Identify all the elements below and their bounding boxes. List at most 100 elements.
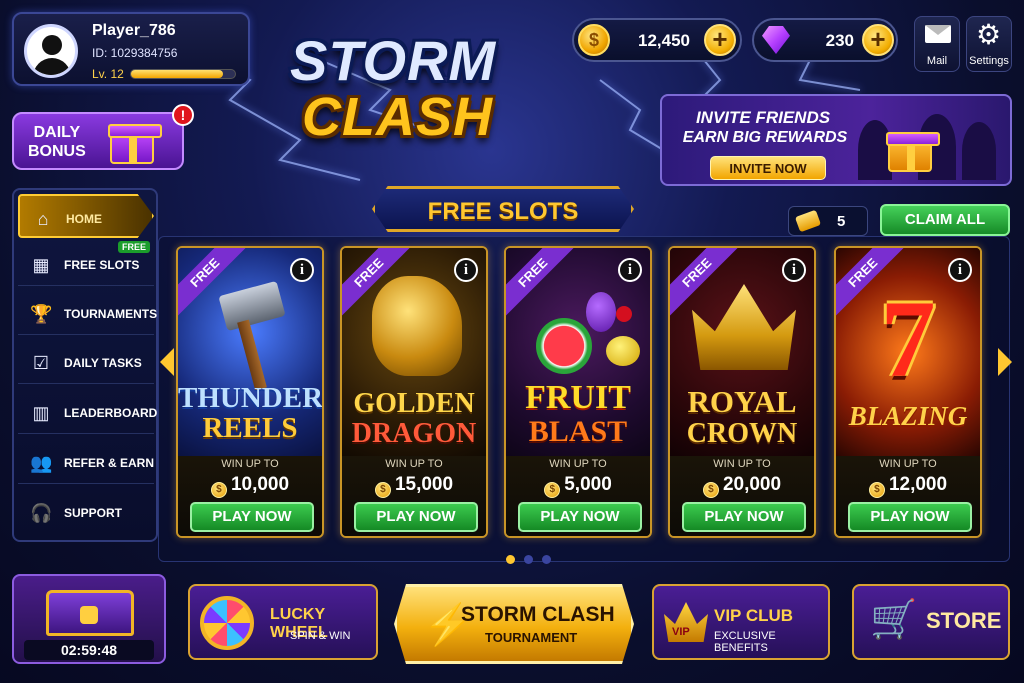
game-title-line2: BLAST <box>528 415 628 448</box>
sidebar-item-tournaments[interactable]: 🏆 TOURNAMENTS <box>18 291 158 335</box>
trophy-icon: 🏆 <box>30 304 53 324</box>
play-now-button[interactable]: PLAY NOW <box>190 502 314 532</box>
carousel-next-arrow[interactable] <box>998 348 1012 376</box>
info-icon[interactable]: i <box>618 258 642 282</box>
game-card-golden-dragon[interactable]: GOLDEN DRAGON FREE i WIN UP TO $15,000 P… <box>340 246 488 538</box>
daily-bonus-button[interactable]: DAILY BONUS <box>12 112 184 170</box>
win-amount: $10,000 <box>178 474 322 498</box>
game-title-line1: ROYAL <box>687 384 797 419</box>
daily-bonus-line2: BONUS <box>28 143 86 160</box>
free-slots-banner: FREE SLOTS <box>372 186 634 232</box>
game-card-footer: WIN UP TO $10,000 PLAY NOW <box>178 456 322 536</box>
carousel-dot[interactable] <box>542 555 551 564</box>
sidebar-item-label: TOURNAMENTS <box>64 307 158 321</box>
invite-title: INVITE FRIENDS <box>695 108 831 127</box>
vip-club-subtitle: EXCLUSIVE BENEFITS <box>714 630 776 654</box>
carousel-dot[interactable] <box>524 555 533 564</box>
game-title-line1: THUNDER <box>178 382 324 414</box>
sidebar-item-support[interactable]: 🎧 SUPPORT <box>18 490 154 534</box>
daily-bonus-label: DAILY BONUS <box>28 123 86 161</box>
hammer-icon <box>218 280 286 332</box>
coin-icon: $ <box>544 482 561 498</box>
carousel-prev-arrow[interactable] <box>160 348 174 376</box>
gift-icon <box>886 132 940 172</box>
info-icon[interactable]: i <box>290 258 314 282</box>
avatar[interactable] <box>24 24 78 78</box>
sidebar-item-home[interactable]: ⌂ HOME <box>18 194 154 238</box>
free-slots-title: FREE SLOTS <box>427 198 579 225</box>
shopping-cart-icon: 🛒 <box>870 599 918 641</box>
play-now-button[interactable]: PLAY NOW <box>682 502 806 532</box>
win-amount: $12,000 <box>836 474 980 498</box>
invite-now-button[interactable]: INVITE NOW <box>710 156 826 180</box>
xp-progress-bar <box>130 69 236 79</box>
chest-timer: 02:59:48 <box>24 640 154 660</box>
game-card-fruit-blast[interactable]: FRUIT BLAST FREE i WIN UP TO $5,000 PLAY… <box>504 246 652 538</box>
friend-silhouette-icon <box>858 120 892 180</box>
sidebar-item-daily-tasks[interactable]: ☑ DAILY TASKS <box>18 340 154 384</box>
game-card-royal-crown[interactable]: ROYAL CROWN FREE i WIN UP TO $20,000 PLA… <box>668 246 816 538</box>
win-up-to-label: WIN UP TO <box>713 458 771 470</box>
add-gems-button[interactable]: + <box>862 24 894 56</box>
lucky-wheel-subtitle: SPIN & WIN <box>290 630 351 642</box>
mail-button[interactable]: Mail <box>914 16 960 72</box>
game-card-thunder-reels[interactable]: THUNDER REELS FREE i WIN UP TO $10,000 P… <box>176 246 324 538</box>
invite-friends-banner[interactable]: INVITE FRIENDS EARN BIG REWARDS INVITE N… <box>660 94 1012 186</box>
game-title: BLAZING <box>848 401 968 431</box>
treasure-chest-button[interactable]: 02:59:48 <box>12 574 166 664</box>
add-coins-button[interactable]: + <box>704 24 736 56</box>
grapes-icon <box>586 292 616 332</box>
game-card-footer: WIN UP TO $12,000 PLAY NOW <box>836 456 980 536</box>
headset-icon: 🎧 <box>30 503 53 523</box>
store-button[interactable]: 🛒 STORE <box>852 584 1010 660</box>
vip-club-button[interactable]: VIP VIP CLUB EXCLUSIVE BENEFITS <box>652 584 830 660</box>
sidebar-item-label: DAILY TASKS <box>64 356 142 370</box>
claim-all-button[interactable]: CLAIM ALL <box>880 204 1010 236</box>
sidebar-item-label: LEADERBOARD <box>64 406 158 420</box>
play-now-button[interactable]: PLAY NOW <box>848 502 972 532</box>
gem-icon <box>762 26 790 54</box>
xp-progress-fill <box>131 70 223 78</box>
invite-subtitle: EARN BIG REWARDS <box>682 129 848 146</box>
gem-balance: 230 + <box>752 18 898 62</box>
carousel-dot-active[interactable] <box>506 555 515 564</box>
wheel-icon <box>200 596 254 650</box>
home-icon: ⌂ <box>37 209 49 229</box>
sidebar-item-refer-earn[interactable]: 👥 REFER & EARN <box>18 440 154 484</box>
player-level: Lv. 12 <box>92 67 124 81</box>
settings-button[interactable]: ⚙ Settings <box>966 16 1012 72</box>
store-label: STORE <box>926 608 1002 633</box>
free-badge: FREE <box>118 241 151 253</box>
play-now-button[interactable]: PLAY NOW <box>354 502 478 532</box>
podium-icon: ▥ <box>32 403 50 423</box>
win-up-to-label: WIN UP TO <box>549 458 607 470</box>
sidebar-nav: ⌂ HOME ▦ FREE SLOTS 🏆 TOURNAMENTS ☑ DAIL… <box>12 188 158 542</box>
notification-badge: ! <box>172 104 194 126</box>
sidebar-item-label: REFER & EARN <box>64 456 155 470</box>
coin-icon: $ <box>210 482 227 498</box>
win-amount-value: 12,000 <box>888 474 948 495</box>
crown-icon <box>692 284 796 370</box>
mail-icon <box>925 25 951 43</box>
info-icon[interactable]: i <box>454 258 478 282</box>
game-card-blazing-7[interactable]: 7 BLAZING FREE i WIN UP TO $12,000 PLAY … <box>834 246 982 538</box>
lucky-wheel-button[interactable]: LUCKY WHEEL SPIN & WIN <box>188 584 378 660</box>
tournament-subtitle: TOURNAMENT <box>485 630 578 645</box>
coin-icon: $ <box>868 482 885 498</box>
game-title-line2: REELS <box>202 412 298 444</box>
ticket-counter: 5 <box>788 206 868 236</box>
settings-label: Settings <box>969 55 1009 67</box>
player-profile-card[interactable]: Player_786 ID: 1029384756 Lv. 12 <box>12 12 250 86</box>
game-title-line2: DRAGON <box>351 418 477 449</box>
player-name: Player_786 <box>92 22 176 39</box>
play-now-button[interactable]: PLAY NOW <box>518 502 642 532</box>
coin-balance: $ 12,450 + <box>572 18 742 62</box>
gear-icon: ⚙ <box>976 19 1002 50</box>
sidebar-item-leaderboard[interactable]: ▥ LEADERBOARD <box>18 390 158 434</box>
game-card-footer: WIN UP TO $15,000 PLAY NOW <box>342 456 486 536</box>
sidebar-item-label: FREE SLOTS <box>64 258 140 272</box>
info-icon[interactable]: i <box>782 258 806 282</box>
slot-machine-icon: ▦ <box>32 255 50 275</box>
info-icon[interactable]: i <box>948 258 972 282</box>
storm-clash-tournament-button[interactable]: ⚡ STORM CLASH TOURNAMENT <box>394 584 634 664</box>
